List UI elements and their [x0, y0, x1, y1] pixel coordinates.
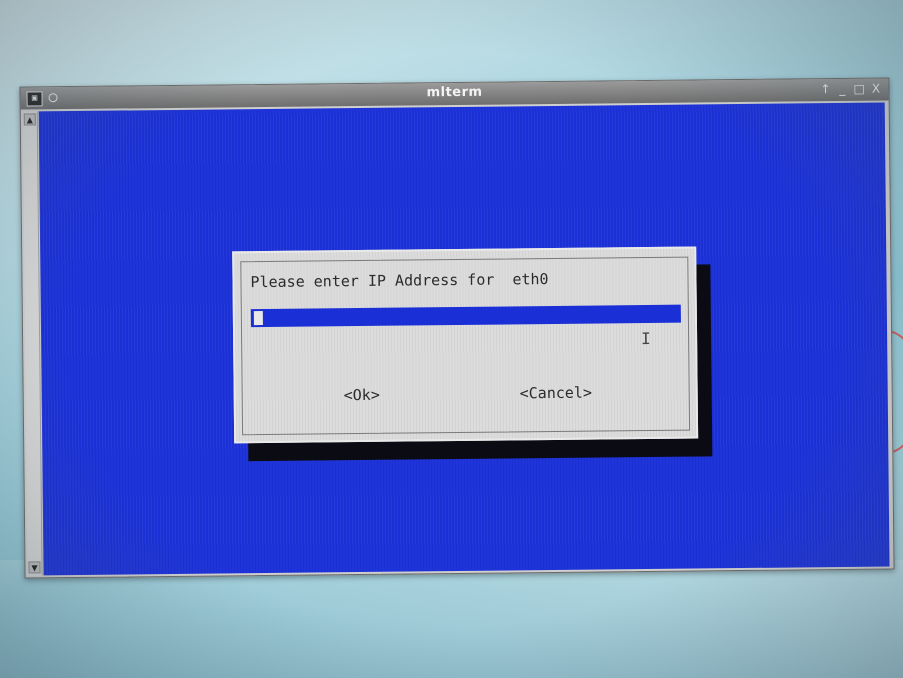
- minimize-button[interactable]: _: [836, 82, 849, 96]
- scroll-up-arrow-icon[interactable]: ▲: [23, 113, 36, 126]
- ibeam-cursor-icon: I: [641, 328, 651, 349]
- cancel-button[interactable]: <Cancel>: [520, 384, 592, 403]
- window-title: mlterm: [426, 84, 483, 101]
- ok-button[interactable]: <Ok>: [344, 386, 380, 404]
- window-controls: ↑ _ □ X: [819, 82, 883, 97]
- pin-icon[interactable]: ↑: [819, 82, 832, 96]
- text-cursor: [253, 311, 263, 326]
- dialog-prompt: Please enter IP Address for eth0: [250, 270, 549, 292]
- maximize-button[interactable]: □: [853, 82, 866, 96]
- terminal-window: ▣ mlterm ↑ _ □ X ▲ ▼ Please enter IP Add…: [19, 77, 895, 579]
- terminal-screen[interactable]: Please enter IP Address for eth0 I <Ok> …: [38, 102, 890, 576]
- close-button[interactable]: X: [869, 82, 882, 96]
- ip-address-dialog: Please enter IP Address for eth0 I <Ok> …: [232, 246, 699, 444]
- scroll-down-arrow-icon[interactable]: ▼: [28, 561, 41, 574]
- desktop-background: [0, 560, 903, 678]
